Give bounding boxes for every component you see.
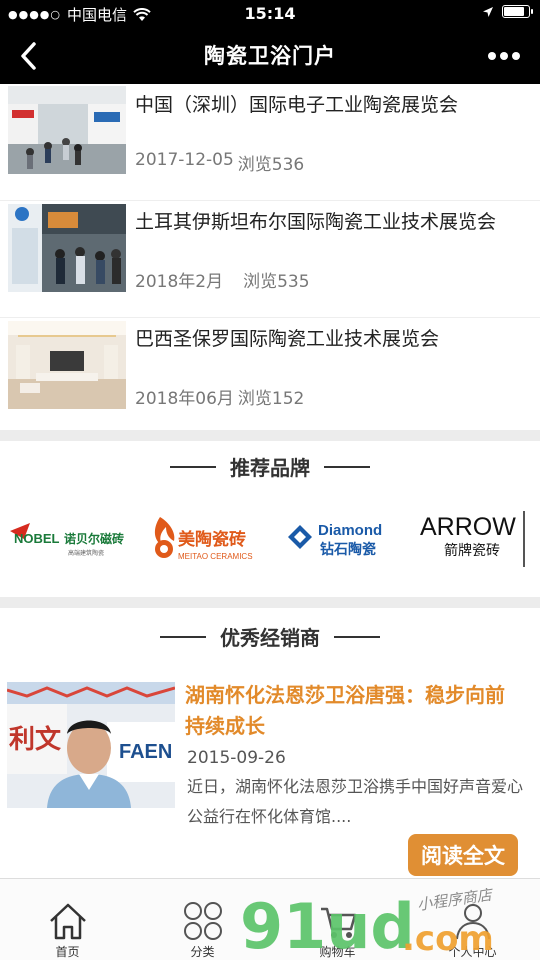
- section-divider: [0, 430, 540, 441]
- news-meta: 2018年2月 浏览535: [135, 267, 310, 292]
- brand-name: 美陶瓷砖: [178, 529, 246, 550]
- news-thumbnail: [8, 321, 126, 409]
- category-icon: [184, 902, 222, 940]
- news-views: 浏览536: [237, 155, 305, 175]
- news-meta: 2017-12-05 浏览536: [135, 150, 304, 175]
- user-icon: [456, 904, 490, 940]
- status-time: 15:14: [244, 4, 296, 23]
- status-bar: ●●●●○ 中国电信 15:14: [0, 0, 540, 28]
- brand-logo-arrow[interactable]: ARROW 箭牌瓷砖: [416, 505, 528, 571]
- dealer-card[interactable]: 利文 FAEN 湖南怀化法恩莎卫浴唐强：稳步向前 持续成长 2015-09-26…: [0, 668, 540, 878]
- heading-line: [324, 465, 370, 468]
- heading-line: [334, 635, 380, 638]
- dealers-heading: 优秀经销商: [0, 622, 540, 651]
- tab-cart[interactable]: 购物车: [270, 879, 405, 960]
- read-more-button[interactable]: 阅读全文: [408, 834, 518, 876]
- svg-text:利文: 利文: [9, 724, 62, 755]
- location-arrow-icon: [483, 6, 493, 17]
- more-button[interactable]: [484, 44, 524, 68]
- brand-name: 诺贝尔磁砖: [64, 531, 124, 546]
- more-dots-icon: [488, 52, 496, 60]
- status-right: [482, 5, 533, 18]
- news-title: 中国（深圳）国际电子工业陶瓷展览会: [135, 94, 459, 116]
- home-icon: [50, 903, 86, 940]
- news-meta: 2018年06月 浏览152: [135, 384, 304, 409]
- brand-name: 钻石陶瓷: [320, 541, 376, 558]
- brand-sub: 高端建筑陶瓷: [68, 549, 104, 557]
- news-title: 土耳其伊斯坦布尔国际陶瓷工业技术展览会: [135, 211, 497, 233]
- dealers-heading-text: 优秀经销商: [220, 626, 320, 650]
- news-thumbnail: [8, 204, 126, 292]
- brand-latin: ARROW: [420, 513, 516, 541]
- news-thumbnail: [8, 86, 126, 174]
- dealer-desc: 近日，湖南怀化法恩莎卫浴携手中国好声音爱心公益行在怀化体育馆....: [187, 777, 524, 826]
- tab-profile[interactable]: 个人中心: [405, 879, 540, 960]
- nav-bar: 陶瓷卫浴门户: [0, 28, 540, 84]
- news-date: 2018年06月: [135, 389, 234, 409]
- news-item[interactable]: 中国（深圳）国际电子工业陶瓷展览会 2017-12-05 浏览536: [0, 84, 540, 201]
- brand-logo-meitao[interactable]: 美陶瓷砖 MEITAO CERAMICS: [148, 505, 260, 571]
- tab-label: 分类: [190, 945, 215, 959]
- brand-latin: Diamond: [318, 522, 382, 539]
- cart-icon: [321, 907, 357, 938]
- news-title: 巴西圣保罗国际陶瓷工业技术展览会: [135, 328, 440, 350]
- brands-heading-text: 推荐品牌: [230, 456, 310, 480]
- news-date: 2018年2月: [135, 272, 224, 292]
- dealer-photo: 利文 FAEN: [7, 682, 175, 808]
- tab-bar: 首页 分类 购物车 个人中心: [0, 878, 540, 960]
- tab-home[interactable]: 首页: [0, 879, 135, 960]
- more-dot: [500, 52, 508, 60]
- brand-name: 箭牌瓷砖: [444, 542, 500, 559]
- tab-category[interactable]: 分类: [135, 879, 270, 960]
- news-date: 2017-12-05: [135, 150, 234, 170]
- photo-text: FAEN: [119, 741, 172, 763]
- battery-fill: [504, 7, 524, 16]
- brand-latin: MEITAO CERAMICS: [178, 552, 253, 561]
- page-title: 陶瓷卫浴门户: [204, 44, 336, 68]
- news-views: 浏览535: [243, 272, 310, 292]
- battery-icon: [502, 5, 533, 18]
- tab-label: 个人中心: [448, 945, 497, 959]
- brands-heading: 推荐品牌: [0, 452, 540, 481]
- more-dot: [512, 52, 520, 60]
- brand-carousel[interactable]: NOBEL 诺贝尔磁砖 高端建筑陶瓷 美陶瓷砖 MEITAO CERAMICS …: [0, 505, 540, 571]
- dealer-date: 2015-09-26: [187, 748, 286, 768]
- tab-label: 首页: [55, 945, 80, 959]
- dealer-title[interactable]: 湖南怀化法恩莎卫浴唐强：稳步向前 持续成长: [185, 680, 525, 742]
- tab-label: 购物车: [319, 945, 356, 959]
- heading-line: [160, 635, 206, 638]
- brand-logo-diamond[interactable]: Diamond 钻石陶瓷: [284, 505, 384, 571]
- news-views: 浏览152: [237, 389, 305, 409]
- heading-line: [170, 465, 216, 468]
- section-divider: [0, 597, 540, 608]
- news-item[interactable]: 巴西圣保罗国际陶瓷工业技术展览会 2018年06月 浏览152: [0, 318, 540, 435]
- news-item[interactable]: 土耳其伊斯坦布尔国际陶瓷工业技术展览会 2018年2月 浏览535: [0, 201, 540, 318]
- brand-latin: NOBEL: [14, 531, 60, 546]
- brand-logo-nobel[interactable]: NOBEL 诺贝尔磁砖 高端建筑陶瓷: [8, 505, 132, 571]
